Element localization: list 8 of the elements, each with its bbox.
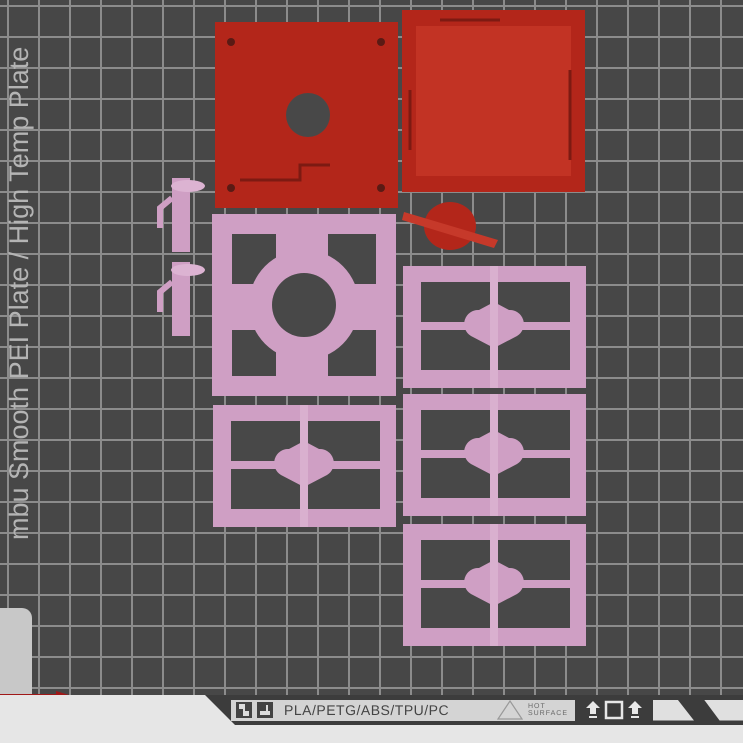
plate-name: mbu Smooth PEI Plate / High Temp Plate <box>4 46 34 540</box>
square-icon <box>604 700 624 720</box>
arrow-up-icon <box>584 700 601 720</box>
warning-icon <box>496 700 523 720</box>
material-list: PLA/PETG/ABS/TPU/PC <box>284 702 492 718</box>
plate-icon <box>236 702 252 718</box>
plate-icon <box>257 702 273 718</box>
arrow-up-icon <box>626 700 643 720</box>
